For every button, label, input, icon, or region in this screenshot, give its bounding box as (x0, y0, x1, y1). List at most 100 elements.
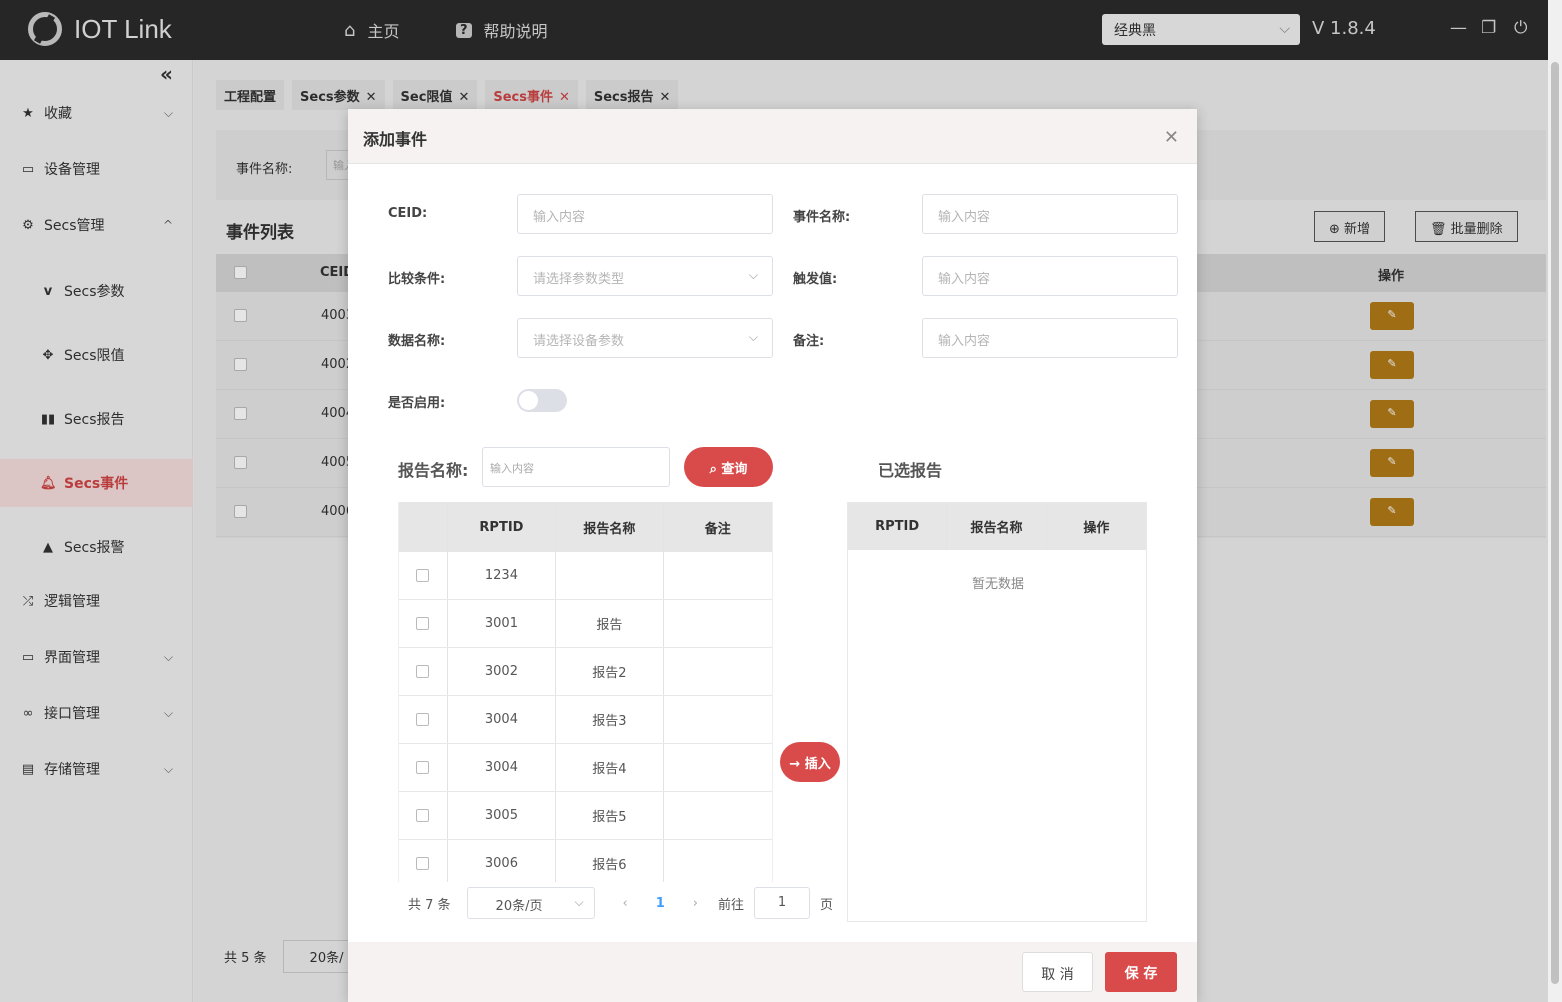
row-remark (664, 600, 772, 647)
compare-label: 比较条件: (388, 272, 446, 287)
row-remark (664, 792, 772, 839)
row-checkbox-cell (399, 744, 448, 791)
row-name: 报告3 (556, 696, 664, 743)
arrow-right-icon: → (789, 757, 801, 772)
search-icon: ⌕ (709, 462, 717, 477)
cancel-label: 取 消 (1041, 967, 1074, 983)
row-rptid: 3005 (448, 792, 557, 839)
report-search-label: 报告名称: (398, 461, 469, 480)
row-checkbox[interactable] (416, 665, 430, 678)
insert-label: 插入 (804, 757, 831, 772)
col-checkbox (399, 502, 448, 552)
row-remark (664, 552, 772, 599)
row-name: 报告4 (556, 744, 664, 791)
col-rptid: RPTID (848, 503, 948, 550)
table-row[interactable]: 1234 (399, 552, 772, 600)
query-label: 查询 (721, 462, 748, 477)
chevron-down-icon: ⌵ (748, 268, 758, 282)
report-search-placeholder: 输入内容 (490, 462, 534, 475)
row-checkbox-cell (399, 792, 448, 839)
table-row[interactable]: 3004 报告3 (399, 696, 772, 744)
row-checkbox-cell (399, 696, 448, 743)
report-table: RPTID 报告名称 备注 1234 3001 报告 3002 报告2 3004… (398, 502, 773, 882)
event-name-label: 事件名称: (793, 210, 851, 225)
trigger-label: 触发值: (793, 272, 838, 287)
row-rptid: 3004 (448, 696, 557, 743)
ceid-placeholder: 输入内容 (533, 210, 586, 225)
row-rptid: 3004 (448, 744, 557, 791)
remark-placeholder: 输入内容 (938, 334, 991, 349)
data-name-placeholder: 请选择设备参数 (533, 334, 625, 349)
table-row[interactable]: 3002 报告2 (399, 648, 772, 696)
chevron-down-icon: ⌵ (748, 330, 758, 344)
save-button[interactable]: 保 存 (1105, 952, 1177, 992)
row-rptid: 3006 (448, 840, 557, 882)
col-report-name: 报告名称 (556, 502, 664, 552)
col-report-name: 报告名称 (947, 503, 1047, 550)
goto-page-input[interactable]: 1 (754, 887, 811, 919)
add-event-dialog: 添加事件 ✕ CEID: 输入内容 事件名称: 输入内容 比较条件: 请选择参数… (348, 109, 1197, 1002)
table-header: RPTID 报告名称 操作 (848, 503, 1146, 550)
next-page-icon[interactable]: › (693, 896, 698, 911)
table-header: RPTID 报告名称 备注 (399, 502, 772, 552)
dialog-footer: 取 消 保 存 (348, 942, 1197, 1002)
enabled-label: 是否启用: (388, 396, 446, 411)
row-checkbox[interactable] (416, 857, 430, 870)
ceid-input[interactable]: 输入内容 (517, 194, 773, 234)
row-remark (664, 648, 772, 695)
row-remark (664, 840, 772, 882)
trigger-input[interactable]: 输入内容 (922, 256, 1178, 296)
row-checkbox[interactable] (416, 761, 430, 774)
selected-reports-title: 已选报告 (878, 461, 943, 480)
trigger-placeholder: 输入内容 (938, 272, 991, 287)
scrollbar-thumb[interactable] (1551, 62, 1559, 984)
col-remark: 备注 (704, 521, 731, 537)
row-checkbox[interactable] (416, 713, 430, 726)
selected-reports-table: RPTID 报告名称 操作 暂无数据 (847, 502, 1147, 922)
page-size-value: 20条/页 (495, 899, 543, 914)
ceid-label: CEID: (388, 206, 428, 221)
row-name: 报告5 (556, 792, 664, 839)
remark-label: 备注: (793, 334, 825, 349)
remark-input[interactable]: 输入内容 (922, 318, 1178, 358)
dialog-header: 添加事件 ✕ (348, 109, 1197, 164)
row-checkbox-cell (399, 648, 448, 695)
dialog-title: 添加事件 (363, 130, 428, 149)
event-name-input[interactable]: 输入内容 (922, 194, 1178, 234)
event-name-placeholder: 输入内容 (938, 210, 991, 225)
col-ops: 操作 (1083, 521, 1110, 536)
row-name: 报告 (556, 600, 664, 647)
table-row[interactable]: 3005 报告5 (399, 792, 772, 840)
page-size-select[interactable]: 20条/页 ⌵ (466, 887, 595, 919)
insert-button[interactable]: → 插入 (780, 742, 840, 782)
close-icon[interactable]: ✕ (1164, 127, 1179, 148)
row-checkbox-cell (399, 600, 448, 647)
row-rptid: 3002 (448, 648, 557, 695)
row-checkbox[interactable] (416, 569, 430, 582)
table-row[interactable]: 3001 报告 (399, 600, 772, 648)
row-checkbox[interactable] (416, 809, 430, 822)
query-button[interactable]: ⌕ 查询 (684, 447, 773, 487)
data-name-label: 数据名称: (388, 334, 446, 349)
table-row[interactable]: 3006 报告6 (399, 840, 772, 882)
page-suffix: 页 (820, 897, 834, 913)
compare-select[interactable]: 请选择参数类型 ⌵ (517, 256, 773, 296)
row-rptid: 3001 (448, 600, 557, 647)
empty-text: 暂无数据 (971, 577, 1024, 592)
report-search-input[interactable]: 输入内容 (482, 447, 670, 487)
window-scrollbar[interactable] (1548, 0, 1562, 1002)
table-row[interactable]: 3004 报告4 (399, 744, 772, 792)
chevron-down-icon: ⌵ (574, 895, 584, 909)
goto-value: 1 (777, 895, 787, 910)
row-checkbox-cell (399, 552, 448, 599)
col-rptid: RPTID (448, 502, 557, 552)
current-page[interactable]: 1 (656, 896, 665, 911)
enabled-toggle[interactable] (517, 389, 567, 412)
row-remark (664, 696, 772, 743)
data-name-select[interactable]: 请选择设备参数 ⌵ (517, 318, 773, 358)
cancel-button[interactable]: 取 消 (1022, 952, 1093, 992)
row-checkbox[interactable] (416, 617, 430, 630)
prev-page-icon[interactable]: ‹ (623, 896, 628, 911)
compare-placeholder: 请选择参数类型 (533, 272, 625, 287)
report-pagination: 共 7 条 20条/页 ⌵ ‹ 1 › 前往 1 页 (408, 887, 833, 919)
